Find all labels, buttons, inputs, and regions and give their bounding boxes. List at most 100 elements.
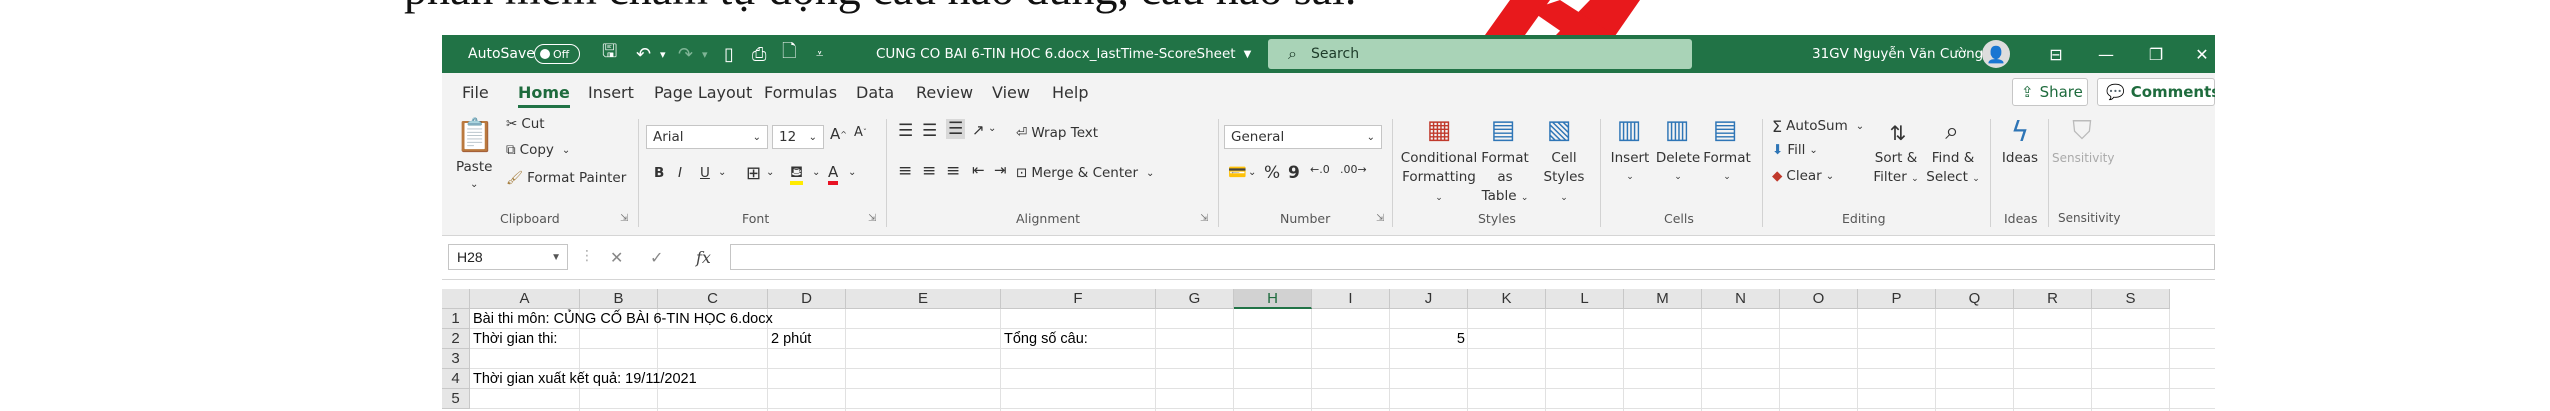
sort-filter-icon[interactable]: ⇅ bbox=[1880, 117, 1916, 149]
decrease-indent-icon[interactable]: ⇤ bbox=[972, 161, 985, 179]
fill-color-icon[interactable]: ⛾ bbox=[790, 162, 804, 185]
close-icon[interactable]: ✕ bbox=[2188, 35, 2215, 73]
tab-page-layout[interactable]: Page Layout bbox=[654, 73, 752, 111]
bold-button[interactable]: B bbox=[654, 165, 664, 181]
font-color-dropdown-icon[interactable]: ⌄ bbox=[848, 167, 856, 178]
print-preview-icon[interactable]: ▯ bbox=[724, 35, 734, 73]
insert-function-button[interactable]: fx bbox=[696, 244, 711, 270]
merge-center-button[interactable]: ⊡ Merge & Center ⌄ bbox=[1016, 161, 1154, 185]
tab-insert[interactable]: Insert bbox=[588, 73, 634, 111]
customize-qat-icon[interactable]: ⩡ bbox=[816, 35, 823, 73]
decrease-font-size-icon[interactable]: Aˇ bbox=[854, 125, 867, 140]
cell-a1[interactable]: Bài thi môn: CỦNG CỐ BÀI 6-TIN HỌC 6.doc… bbox=[470, 309, 773, 329]
find-select-icon[interactable]: ⌕ bbox=[1934, 113, 1970, 149]
comma-style-button[interactable]: 9 bbox=[1288, 163, 1300, 183]
insert-cells-icon[interactable]: ▥ bbox=[1610, 113, 1648, 147]
row-header-1[interactable]: 1 bbox=[442, 309, 470, 329]
align-middle-icon[interactable]: ☰ bbox=[922, 121, 937, 141]
column-header-l[interactable]: L bbox=[1546, 289, 1624, 309]
document-title[interactable]: CUNG CO BAI 6-TIN HOC 6.docx_lastTime-Sc… bbox=[876, 35, 1251, 73]
underline-dropdown-icon[interactable]: ⌄ bbox=[718, 167, 726, 178]
tab-home[interactable]: Home bbox=[518, 73, 570, 111]
font-size-dropdown[interactable]: 12 ⌄ bbox=[772, 125, 824, 149]
borders-icon[interactable]: ⊞ bbox=[746, 163, 761, 184]
tab-formulas[interactable]: Formulas bbox=[764, 73, 837, 111]
save-icon[interactable]: 🖫 bbox=[602, 35, 617, 73]
column-header-a[interactable]: A bbox=[470, 289, 580, 309]
fill-color-dropdown-icon[interactable]: ⌄ bbox=[812, 167, 820, 178]
cell-a2[interactable]: Thời gian thi: bbox=[470, 329, 557, 349]
column-header-k[interactable]: K bbox=[1468, 289, 1546, 309]
paste-icon[interactable]: 📋 bbox=[455, 115, 495, 155]
format-cells-icon[interactable]: ▤ bbox=[1706, 113, 1744, 147]
ideas-lightning-icon[interactable]: ϟ bbox=[2002, 113, 2038, 149]
format-as-table-icon[interactable]: ▤ bbox=[1486, 113, 1520, 147]
cell-f2[interactable]: Tổng số câu: bbox=[1001, 329, 1088, 349]
column-header-j[interactable]: J bbox=[1390, 289, 1468, 309]
cell-styles-button[interactable]: Cell Styles ⌄ bbox=[1538, 149, 1590, 208]
row-header-5[interactable]: 5 bbox=[442, 389, 470, 409]
sort-filter-button[interactable]: Sort & Filter ⌄ bbox=[1866, 149, 1926, 189]
clipboard-launcher-icon[interactable]: ⇲ bbox=[620, 213, 628, 224]
clear-button[interactable]: ◆ Clear ⌄ bbox=[1772, 165, 1834, 187]
row-header-3[interactable]: 3 bbox=[442, 349, 470, 369]
column-header-g[interactable]: G bbox=[1156, 289, 1234, 309]
cell-d2[interactable]: 2 phút bbox=[768, 329, 811, 349]
italic-button[interactable]: I bbox=[678, 165, 682, 181]
tab-review[interactable]: Review bbox=[916, 73, 973, 111]
accounting-dropdown-icon[interactable]: ⌄ bbox=[1248, 167, 1256, 178]
wrap-text-button[interactable]: ⏎ Wrap Text bbox=[1016, 121, 1098, 145]
undo-dropdown-icon[interactable]: ▾ bbox=[660, 35, 666, 73]
column-header-q[interactable]: Q bbox=[1936, 289, 2014, 309]
paste-button[interactable]: Paste bbox=[456, 159, 492, 175]
share-button[interactable]: ⇪ Share bbox=[2012, 78, 2088, 106]
number-launcher-icon[interactable]: ⇲ bbox=[1376, 213, 1384, 224]
user-name[interactable]: 31GV Nguyễn Văn Cường bbox=[1812, 35, 1983, 73]
alignment-launcher-icon[interactable]: ⇲ bbox=[1200, 213, 1208, 224]
search-box[interactable]: ⌕ Search bbox=[1268, 39, 1692, 69]
delete-cells-button[interactable]: Delete ⌄ bbox=[1654, 149, 1702, 187]
borders-dropdown-icon[interactable]: ⌄ bbox=[766, 167, 774, 178]
font-name-dropdown[interactable]: Arial ⌄ bbox=[646, 125, 768, 149]
delete-cells-icon[interactable]: ▥ bbox=[1658, 113, 1696, 147]
format-painter-button[interactable]: 🖌 Format Painter bbox=[506, 167, 626, 189]
align-right-icon[interactable]: ≡ bbox=[946, 161, 960, 181]
underline-button[interactable]: U bbox=[700, 165, 710, 181]
column-header-e[interactable]: E bbox=[846, 289, 1001, 309]
cell-styles-icon[interactable]: ▧ bbox=[1542, 113, 1576, 147]
find-select-button[interactable]: Find & Select ⌄ bbox=[1924, 149, 1982, 189]
cut-button[interactable]: ✂ Cut bbox=[506, 113, 545, 135]
autosave-toggle[interactable]: Off bbox=[534, 44, 580, 64]
minimize-icon[interactable]: — bbox=[2092, 35, 2120, 73]
cell-j2[interactable]: 5 bbox=[1390, 329, 1468, 349]
new-file-icon[interactable]: 🗋 bbox=[782, 35, 796, 73]
align-left-icon[interactable]: ≡ bbox=[898, 161, 912, 181]
column-header-f[interactable]: F bbox=[1001, 289, 1156, 309]
column-header-m[interactable]: M bbox=[1624, 289, 1702, 309]
conditional-formatting-icon[interactable]: ▦ bbox=[1422, 113, 1456, 147]
column-header-s[interactable]: S bbox=[2092, 289, 2170, 309]
comments-button[interactable]: 💬 Comments bbox=[2097, 78, 2215, 106]
column-header-i[interactable]: I bbox=[1312, 289, 1390, 309]
insert-cells-button[interactable]: Insert ⌄ bbox=[1608, 149, 1652, 187]
name-box[interactable]: H28 ▼ bbox=[448, 244, 568, 270]
align-center-icon[interactable]: ≡ bbox=[922, 161, 936, 181]
increase-decimal-icon[interactable]: ←.0 bbox=[1310, 163, 1330, 176]
accounting-format-icon[interactable]: 💳 bbox=[1228, 163, 1247, 181]
decrease-decimal-icon[interactable]: .00→ bbox=[1340, 163, 1367, 176]
ribbon-display-options-icon[interactable]: ⊟ bbox=[2042, 35, 2070, 73]
font-launcher-icon[interactable]: ⇲ bbox=[868, 213, 876, 224]
row-header-2[interactable]: 2 bbox=[442, 329, 470, 349]
column-header-o[interactable]: O bbox=[1780, 289, 1858, 309]
column-header-r[interactable]: R bbox=[2014, 289, 2092, 309]
format-as-table-button[interactable]: Format as Table ⌄ bbox=[1472, 149, 1538, 208]
select-all-corner[interactable] bbox=[442, 289, 470, 309]
column-header-d[interactable]: D bbox=[768, 289, 846, 309]
column-header-b[interactable]: B bbox=[580, 289, 658, 309]
align-bottom-icon[interactable]: ☰ bbox=[946, 119, 966, 139]
conditional-formatting-button[interactable]: Conditional Formatting ⌄ bbox=[1400, 149, 1478, 208]
orientation-dropdown-icon[interactable]: ⌄ bbox=[988, 123, 996, 134]
column-header-c[interactable]: C bbox=[658, 289, 768, 309]
increase-font-size-icon[interactable]: A ^ bbox=[830, 125, 847, 143]
autosum-button[interactable]: Σ AutoSum ⌄ bbox=[1772, 115, 1864, 137]
